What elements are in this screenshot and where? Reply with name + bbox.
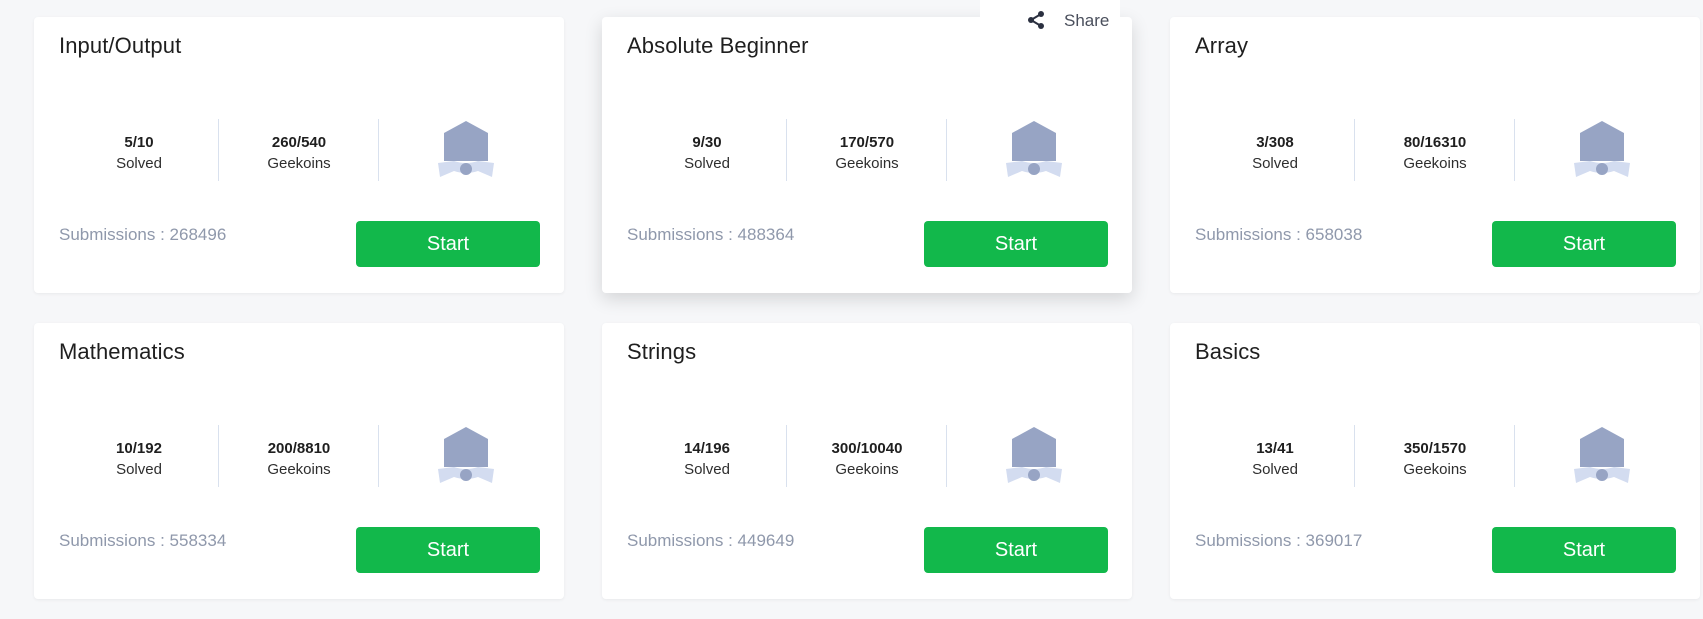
share-label: Share — [1064, 11, 1110, 30]
geekoins-count: 260/540 — [271, 134, 327, 151]
stat-divider — [946, 119, 947, 181]
solved-stat: 9/30 Solved — [627, 119, 787, 181]
solved-count: 14/196 — [684, 440, 730, 457]
course-stats: 14/196 Solved 300/10040 Geekoins — [602, 425, 1132, 487]
course-card[interactable]: Absolute Beginner 9/30 Solved 170/570 Ge… — [602, 17, 1132, 293]
stat-divider — [378, 119, 379, 181]
solved-label: Solved — [684, 461, 730, 478]
solved-count: 3/308 — [1256, 134, 1294, 151]
submissions-count: Submissions : 268496 — [59, 225, 227, 244]
badge-icon — [438, 427, 494, 483]
geekoins-stat: 170/570 Geekoins — [787, 119, 947, 181]
solved-stat: 5/10 Solved — [59, 119, 219, 181]
start-button[interactable]: Start — [924, 527, 1108, 573]
geekoins-stat: 260/540 Geekoins — [219, 119, 379, 181]
solved-label: Solved — [116, 155, 162, 172]
submissions-count: Submissions : 488364 — [627, 225, 795, 244]
course-card[interactable]: Input/Output 5/10 Solved 260/540 Geekoin… — [34, 17, 564, 293]
solved-count: 10/192 — [116, 440, 162, 457]
solved-count: 5/10 — [124, 134, 154, 151]
stat-divider — [1514, 119, 1515, 181]
geekoins-stat: 200/8810 Geekoins — [219, 425, 379, 487]
geekoins-stat: 80/16310 Geekoins — [1355, 119, 1515, 181]
stat-divider — [378, 425, 379, 487]
solved-count: 13/41 — [1256, 440, 1294, 457]
stat-divider — [1514, 425, 1515, 487]
geekoins-label: Geekoins — [835, 461, 899, 478]
start-button[interactable]: Start — [924, 221, 1108, 267]
course-title: Strings — [627, 339, 697, 364]
start-button[interactable]: Start — [356, 527, 540, 573]
solved-label: Solved — [116, 461, 162, 478]
solved-label: Solved — [1252, 155, 1298, 172]
start-button[interactable]: Start — [356, 221, 540, 267]
course-card[interactable]: Strings 14/196 Solved 300/10040 Geekoins… — [602, 323, 1132, 599]
geekoins-stat: 300/10040 Geekoins — [787, 425, 947, 487]
geekoins-label: Geekoins — [835, 155, 899, 172]
badge-icon — [1574, 121, 1630, 177]
badge-icon — [1006, 121, 1062, 177]
geekoins-label: Geekoins — [1403, 461, 1467, 478]
geekoins-count: 300/10040 — [831, 440, 903, 457]
submissions-count: Submissions : 369017 — [1195, 531, 1363, 550]
submissions-count: Submissions : 658038 — [1195, 225, 1363, 244]
geekoins-stat: 350/1570 Geekoins — [1355, 425, 1515, 487]
course-stats: 9/30 Solved 170/570 Geekoins — [602, 119, 1132, 181]
badge-icon — [1574, 427, 1630, 483]
solved-label: Solved — [684, 155, 730, 172]
geekoins-label: Geekoins — [267, 155, 331, 172]
geekoins-count: 200/8810 — [267, 440, 331, 457]
course-card[interactable]: Basics 13/41 Solved 350/1570 Geekoins Su… — [1170, 323, 1700, 599]
share-icon — [1028, 11, 1044, 29]
geekoins-count: 80/16310 — [1403, 134, 1467, 151]
submissions-count: Submissions : 449649 — [627, 531, 795, 550]
course-stats: 5/10 Solved 260/540 Geekoins — [34, 119, 564, 181]
course-stats: 10/192 Solved 200/8810 Geekoins — [34, 425, 564, 487]
solved-stat: 14/196 Solved — [627, 425, 787, 487]
solved-stat: 3/308 Solved — [1195, 119, 1355, 181]
solved-label: Solved — [1252, 461, 1298, 478]
solved-stat: 13/41 Solved — [1195, 425, 1355, 487]
course-card[interactable]: Array 3/308 Solved 80/16310 Geekoins Sub… — [1170, 17, 1700, 293]
course-title: Absolute Beginner — [627, 33, 809, 58]
start-button[interactable]: Start — [1492, 527, 1676, 573]
course-stats: 3/308 Solved 80/16310 Geekoins — [1170, 119, 1700, 181]
share-button[interactable]: Share — [980, 0, 1120, 40]
badge-icon — [1006, 427, 1062, 483]
course-title: Input/Output — [59, 33, 182, 58]
start-button[interactable]: Start — [1492, 221, 1676, 267]
course-title: Basics — [1195, 339, 1261, 364]
course-stats: 13/41 Solved 350/1570 Geekoins — [1170, 425, 1700, 487]
course-title: Array — [1195, 33, 1249, 58]
geekoins-label: Geekoins — [267, 461, 331, 478]
submissions-count: Submissions : 558334 — [59, 531, 227, 550]
course-title: Mathematics — [59, 339, 185, 364]
geekoins-label: Geekoins — [1403, 155, 1467, 172]
stat-divider — [946, 425, 947, 487]
geekoins-count: 350/1570 — [1403, 440, 1467, 457]
course-grid: Input/Output 5/10 Solved 260/540 Geekoin… — [0, 0, 1703, 619]
course-card[interactable]: Mathematics 10/192 Solved 200/8810 Geeko… — [34, 323, 564, 599]
solved-count: 9/30 — [692, 134, 722, 151]
solved-stat: 10/192 Solved — [59, 425, 219, 487]
badge-icon — [438, 121, 494, 177]
geekoins-count: 170/570 — [839, 134, 895, 151]
